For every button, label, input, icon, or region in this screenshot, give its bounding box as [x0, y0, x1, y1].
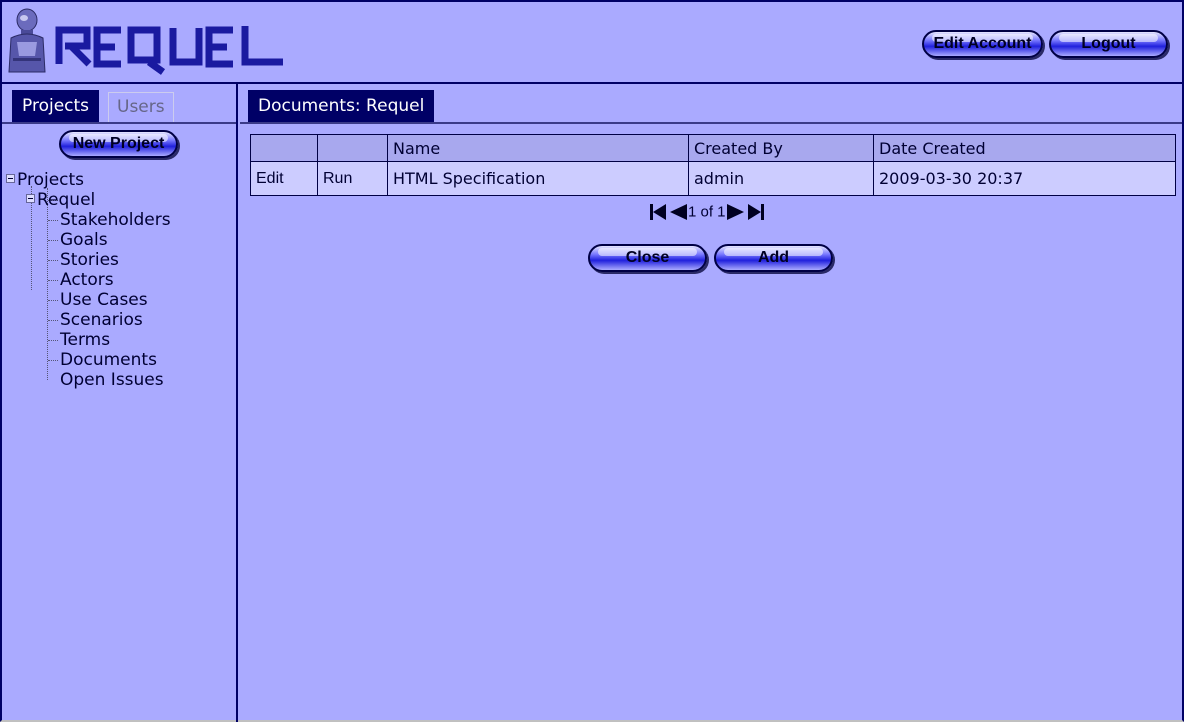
tree-item-terms[interactable]: Terms	[60, 330, 110, 350]
tab-documents-label: Documents: Requel	[258, 96, 425, 116]
column-header-name[interactable]: Name	[387, 134, 689, 162]
cell-date-created: 2009-03-30 20:37	[873, 161, 1176, 196]
tab-users-label: Users	[117, 97, 165, 117]
tree-item-stories[interactable]: Stories	[60, 250, 119, 270]
tree-node-requel-label[interactable]: Requel	[37, 190, 95, 210]
close-button[interactable]: Close	[588, 244, 707, 272]
logout-label: Logout	[1081, 35, 1136, 52]
sidebar-tabs: Projects Users	[2, 84, 236, 124]
tree-node-projects-label[interactable]: Projects	[17, 170, 84, 190]
table-header-row: Name Created By Date Created	[250, 134, 1176, 162]
tab-documents-requel[interactable]: Documents: Requel	[248, 90, 435, 122]
run-link[interactable]: Run	[317, 161, 388, 196]
main-panel: Documents: Requel Name Created By Date C…	[240, 84, 1182, 722]
header: Edit Account Logout	[2, 2, 1182, 84]
tree-collapse-icon[interactable]	[6, 173, 15, 183]
add-button[interactable]: Add	[714, 244, 833, 272]
tree-item-goals[interactable]: Goals	[60, 230, 108, 250]
robot-logo-icon	[8, 8, 46, 73]
logout-button[interactable]: Logout	[1049, 30, 1168, 58]
tree-item-stakeholders[interactable]: Stakeholders	[60, 210, 171, 230]
edit-account-button[interactable]: Edit Account	[922, 30, 1043, 58]
tree-item-scenarios[interactable]: Scenarios	[60, 310, 143, 330]
column-header-date-created[interactable]: Date Created	[873, 134, 1176, 162]
tree-node-requel[interactable]: Requel	[26, 190, 95, 210]
tree-item-documents[interactable]: Documents	[60, 350, 157, 370]
pager-text: 1 of 1	[688, 203, 726, 221]
requel-logo	[8, 8, 283, 75]
column-header-created-by[interactable]: Created By	[688, 134, 874, 162]
column-header-edit	[250, 134, 318, 162]
sidebar: Projects Users New Project Projects Requ…	[2, 84, 238, 722]
pager: 1 of 1	[648, 202, 766, 222]
first-page-icon[interactable]	[648, 202, 668, 222]
new-project-label: New Project	[72, 135, 165, 152]
tree-collapse-icon[interactable]	[26, 193, 35, 203]
main-tabs: Documents: Requel	[240, 84, 1182, 124]
tab-projects-label: Projects	[22, 96, 90, 116]
documents-table: Name Created By Date Created Edit Run HT…	[250, 134, 1176, 196]
tree-line	[47, 188, 48, 380]
tree-item-actors[interactable]: Actors	[60, 270, 114, 290]
next-page-icon[interactable]	[726, 202, 746, 222]
column-header-run	[317, 134, 388, 162]
tree-item-open-issues[interactable]: Open Issues	[60, 370, 164, 390]
edit-account-label: Edit Account	[933, 35, 1032, 52]
table-row: Edit Run HTML Specification admin 2009-0…	[250, 161, 1176, 196]
app-window: Edit Account Logout Projects Users New P…	[0, 0, 1184, 722]
cell-created-by: admin	[688, 161, 874, 196]
close-label: Close	[625, 249, 670, 266]
edit-link[interactable]: Edit	[250, 161, 318, 196]
add-label: Add	[757, 249, 790, 266]
cell-name: HTML Specification	[387, 161, 689, 196]
tab-users[interactable]: Users	[108, 92, 174, 122]
tree-item-use-cases[interactable]: Use Cases	[60, 290, 148, 310]
tab-projects[interactable]: Projects	[12, 90, 100, 122]
prev-page-icon[interactable]	[668, 202, 688, 222]
new-project-button[interactable]: New Project	[59, 130, 178, 158]
tree-node-projects[interactable]: Projects	[6, 170, 84, 190]
last-page-icon[interactable]	[746, 202, 766, 222]
